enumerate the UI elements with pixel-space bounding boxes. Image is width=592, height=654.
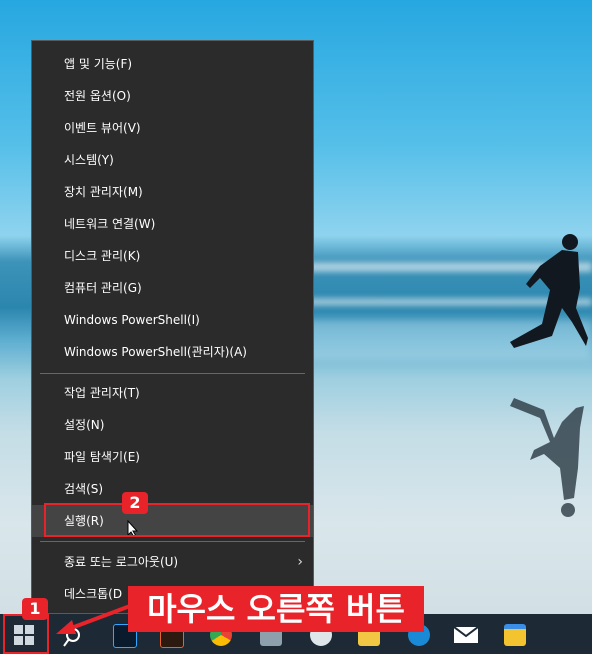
step-badge-2: 2: [122, 492, 148, 514]
menu-item-shutdown-signout[interactable]: 종료 또는 로그아웃(U) ›: [32, 546, 313, 578]
menu-item-power-options[interactable]: 전원 옵션(O): [32, 80, 313, 112]
menu-item-network-connections[interactable]: 네트워크 연결(W): [32, 208, 313, 240]
menu-item-apps-features[interactable]: 앱 및 기능(F): [32, 48, 313, 80]
menu-item-settings[interactable]: 설정(N): [32, 409, 313, 441]
menu-separator: [40, 541, 305, 542]
menu-item-label: 종료 또는 로그아웃(U): [64, 555, 179, 569]
file-explorer-icon[interactable]: [504, 624, 526, 646]
mail-icon[interactable]: [454, 627, 478, 643]
step-badge-1: 1: [22, 598, 48, 620]
arrow-icon: [56, 604, 131, 634]
runner-silhouette: [510, 234, 588, 517]
menu-item-powershell[interactable]: Windows PowerShell(I): [32, 304, 313, 336]
chevron-right-icon: ›: [297, 554, 303, 570]
menu-item-search[interactable]: 검색(S): [32, 473, 313, 505]
menu-item-computer-management[interactable]: 컴퓨터 관리(G): [32, 272, 313, 304]
menu-item-system[interactable]: 시스템(Y): [32, 144, 313, 176]
annotation-callout: 마우스 오른쪽 버튼: [128, 586, 424, 632]
menu-separator: [40, 373, 305, 374]
menu-item-disk-management[interactable]: 디스크 관리(K): [32, 240, 313, 272]
menu-item-file-explorer[interactable]: 파일 탐색기(E): [32, 441, 313, 473]
menu-item-powershell-admin[interactable]: Windows PowerShell(관리자)(A): [32, 336, 313, 368]
start-highlight-box: [3, 614, 49, 654]
run-highlight-box: [44, 503, 310, 537]
menu-item-event-viewer[interactable]: 이벤트 뷰어(V): [32, 112, 313, 144]
menu-item-device-manager[interactable]: 장치 관리자(M): [32, 176, 313, 208]
menu-item-task-manager[interactable]: 작업 관리자(T): [32, 377, 313, 409]
